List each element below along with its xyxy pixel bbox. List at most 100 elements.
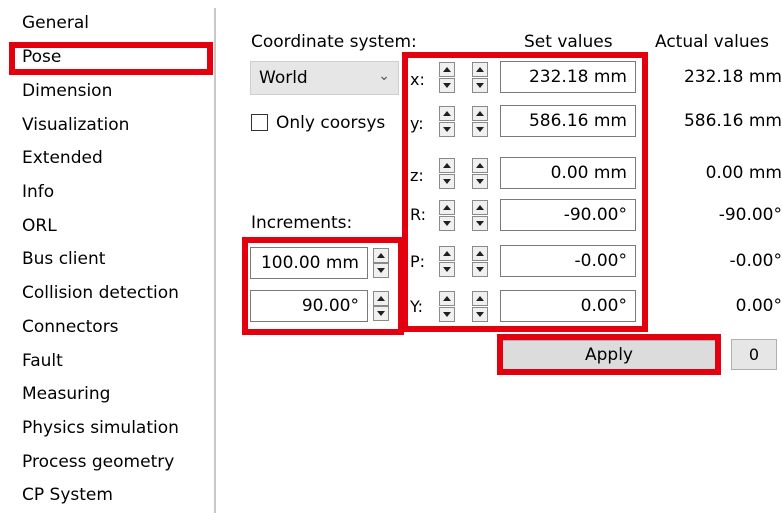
sidebar-item-fault[interactable]: Fault xyxy=(22,350,63,372)
arrow-down-icon xyxy=(476,83,484,88)
increment-linear-up[interactable] xyxy=(373,248,389,263)
r-coarse-down[interactable] xyxy=(439,216,455,231)
axis-label-y: y: xyxy=(410,114,424,133)
arrow-down-icon xyxy=(377,268,385,273)
arrow-up-icon xyxy=(476,111,484,116)
y-actual-value: 586.16 mm xyxy=(683,111,782,131)
x-coarse-down[interactable] xyxy=(439,78,455,93)
sidebar-item-measuring[interactable]: Measuring xyxy=(22,383,110,405)
x-set-field[interactable]: 232.18 mm xyxy=(500,61,636,93)
arrow-down-icon xyxy=(476,127,484,132)
p-fine-down[interactable] xyxy=(472,262,488,277)
arrow-up-icon xyxy=(443,296,451,301)
sidebar-item-bus-client[interactable]: Bus client xyxy=(22,248,105,270)
y-fine-up[interactable] xyxy=(472,106,488,121)
axis-label-z: z: xyxy=(410,166,424,185)
arrow-down-icon xyxy=(476,179,484,184)
sidebar-item-physics-simulation[interactable]: Physics simulation xyxy=(22,417,179,439)
increment-angular-field[interactable]: 90.00° xyxy=(250,290,368,322)
yaw-set-field[interactable]: 0.00° xyxy=(500,290,636,322)
sidebar-item-cp-system[interactable]: CP System xyxy=(22,484,113,506)
p-coarse-down[interactable] xyxy=(439,262,455,277)
arrow-down-icon xyxy=(443,267,451,272)
arrow-down-icon xyxy=(476,221,484,226)
apply-button[interactable]: Apply xyxy=(502,340,716,370)
axis-label-yaw: Y: xyxy=(410,297,424,316)
z-actual-value: 0.00 mm xyxy=(705,163,782,183)
increment-angular-down[interactable] xyxy=(373,306,389,321)
arrow-up-icon xyxy=(443,163,451,168)
increments-label: Increments: xyxy=(251,213,353,233)
yaw-fine-up[interactable] xyxy=(472,291,488,306)
y-coarse-down[interactable] xyxy=(439,122,455,137)
p-coarse-up[interactable] xyxy=(439,246,455,261)
sidebar-item-visualization[interactable]: Visualization xyxy=(22,114,129,136)
increment-linear-down[interactable] xyxy=(373,263,389,278)
yaw-coarse-up[interactable] xyxy=(439,291,455,306)
arrow-down-icon xyxy=(443,179,451,184)
x-coarse-up[interactable] xyxy=(439,62,455,77)
p-actual-value: -0.00° xyxy=(729,251,782,271)
y-fine-down[interactable] xyxy=(472,122,488,137)
sidebar-item-extended[interactable]: Extended xyxy=(22,147,103,169)
arrow-up-icon xyxy=(476,67,484,72)
x-fine-down[interactable] xyxy=(472,78,488,93)
arrow-up-icon xyxy=(476,296,484,301)
axis-label-x: x: xyxy=(410,70,425,89)
actual-values-header: Actual values xyxy=(655,32,769,52)
z-fine-down[interactable] xyxy=(472,174,488,189)
arrow-down-icon xyxy=(377,311,385,316)
z-set-field[interactable]: 0.00 mm xyxy=(500,157,636,189)
sidebar-item-connectors[interactable]: Connectors xyxy=(22,316,119,338)
p-set-field[interactable]: -0.00° xyxy=(500,245,636,277)
increment-linear-field[interactable]: 100.00 mm xyxy=(250,247,368,279)
yaw-coarse-down[interactable] xyxy=(439,307,455,322)
yaw-actual-value: 0.00° xyxy=(735,296,782,316)
arrow-up-icon xyxy=(476,205,484,210)
arrow-down-icon xyxy=(476,312,484,317)
r-fine-down[interactable] xyxy=(472,216,488,231)
p-fine-up[interactable] xyxy=(472,246,488,261)
only-coorsys-label: Only coorsys xyxy=(276,113,386,133)
zero-button[interactable]: 0 xyxy=(731,339,777,370)
x-fine-up[interactable] xyxy=(472,62,488,77)
sidebar-item-general[interactable]: General xyxy=(22,12,89,34)
arrow-up-icon xyxy=(443,251,451,256)
sidebar-item-process-geometry[interactable]: Process geometry xyxy=(22,451,174,473)
arrow-down-icon xyxy=(443,127,451,132)
sidebar-item-collision-detection[interactable]: Collision detection xyxy=(22,282,179,304)
sidebar-item-pose[interactable]: Pose xyxy=(22,46,61,68)
sidebar-item-dimension[interactable]: Dimension xyxy=(22,80,112,102)
arrow-up-icon xyxy=(377,253,385,258)
z-coarse-down[interactable] xyxy=(439,174,455,189)
arrow-down-icon xyxy=(443,83,451,88)
coordinate-system-dropdown[interactable]: World ⌄ xyxy=(250,61,399,95)
increment-angular-up[interactable] xyxy=(373,291,389,306)
coordinate-system-value: World xyxy=(259,68,308,88)
arrow-up-icon xyxy=(476,251,484,256)
r-set-field[interactable]: -90.00° xyxy=(500,199,636,231)
z-fine-up[interactable] xyxy=(472,158,488,173)
r-fine-up[interactable] xyxy=(472,200,488,215)
sidebar-item-info[interactable]: Info xyxy=(22,181,54,203)
only-coorsys-checkbox[interactable] xyxy=(251,114,268,131)
arrow-up-icon xyxy=(476,163,484,168)
y-coarse-up[interactable] xyxy=(439,106,455,121)
r-coarse-up[interactable] xyxy=(439,200,455,215)
sidebar-item-orl[interactable]: ORL xyxy=(22,215,57,237)
chevron-down-icon: ⌄ xyxy=(378,68,390,84)
y-set-field[interactable]: 586.16 mm xyxy=(500,105,636,137)
sidebar-divider[interactable] xyxy=(214,8,216,513)
yaw-fine-down[interactable] xyxy=(472,307,488,322)
x-actual-value: 232.18 mm xyxy=(683,67,782,87)
arrow-down-icon xyxy=(443,221,451,226)
r-actual-value: -90.00° xyxy=(718,205,782,225)
coordinate-system-label: Coordinate system: xyxy=(251,32,417,52)
z-coarse-up[interactable] xyxy=(439,158,455,173)
arrow-down-icon xyxy=(476,267,484,272)
axis-label-r: R: xyxy=(410,205,427,224)
arrow-down-icon xyxy=(443,312,451,317)
arrow-up-icon xyxy=(443,67,451,72)
axis-label-p: P: xyxy=(410,252,426,271)
arrow-up-icon xyxy=(377,296,385,301)
